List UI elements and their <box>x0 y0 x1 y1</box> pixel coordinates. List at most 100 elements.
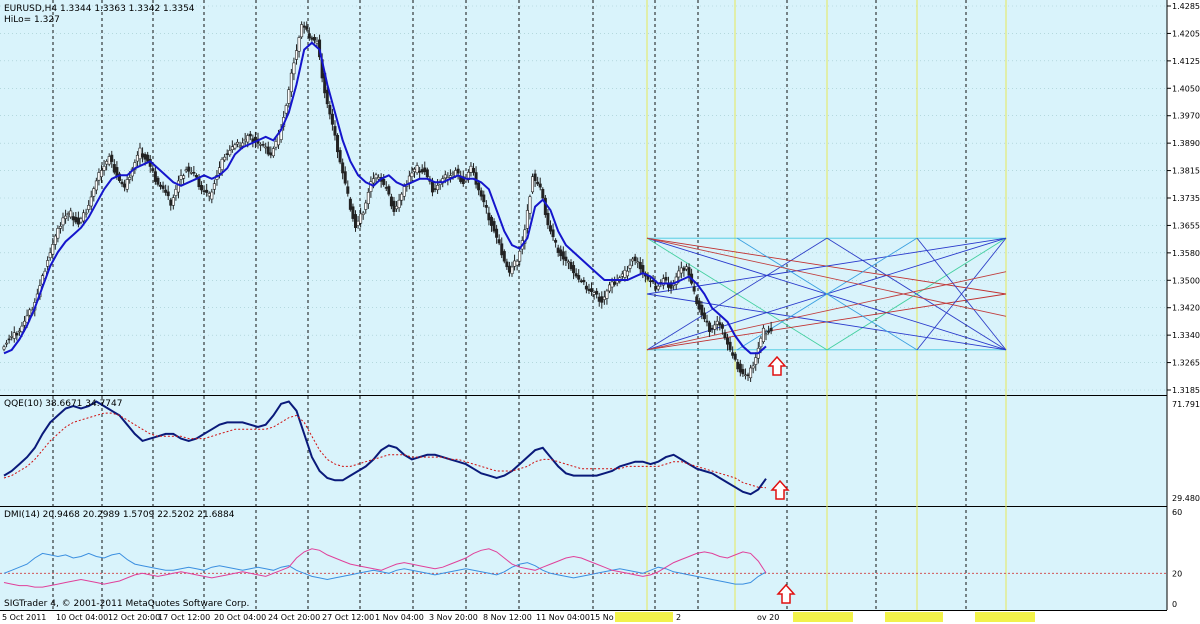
dmi-tick-label: 0 <box>1172 600 1177 609</box>
candle-body <box>353 214 357 228</box>
candle-body <box>423 167 427 173</box>
candle-body <box>536 181 540 185</box>
candle-body <box>166 191 170 197</box>
candle-body <box>187 166 191 172</box>
candle-body <box>5 342 9 345</box>
candle-body <box>128 177 132 180</box>
candle-body <box>51 244 55 255</box>
y-tick-label: 1.3340 <box>1172 331 1200 340</box>
candle-body <box>751 365 755 369</box>
x-tick-label: ov 20 <box>757 613 779 622</box>
candle-body <box>359 213 363 224</box>
candle-body <box>430 181 434 193</box>
candle-body <box>76 217 80 225</box>
candle-body <box>451 172 455 175</box>
candle-body <box>636 261 640 264</box>
y-tick-label: 1.3815 <box>1172 167 1200 176</box>
candle-body <box>48 252 52 258</box>
candle-body <box>328 104 332 115</box>
y-tick-label: 1.3580 <box>1172 249 1200 258</box>
candle-body <box>225 153 229 155</box>
candle-body <box>153 171 157 182</box>
candle-body <box>684 266 688 270</box>
candle-body <box>110 154 114 162</box>
candle-body <box>625 270 629 277</box>
candle-body <box>366 191 370 205</box>
candle-body <box>610 281 614 288</box>
candle-body <box>169 199 173 206</box>
candle-body <box>46 260 50 267</box>
candle-body <box>623 269 627 278</box>
candle-body <box>377 177 381 180</box>
candle-body <box>687 267 691 276</box>
candle-body <box>210 191 214 200</box>
candle-body <box>64 215 68 219</box>
candle-body <box>176 180 180 193</box>
x-tick-label: 1 Nov 04:00 <box>375 613 424 622</box>
candle-body <box>695 296 699 305</box>
candle-body <box>607 284 611 292</box>
candle-body <box>135 154 139 162</box>
candle-body <box>294 50 298 60</box>
candle-body <box>492 221 496 232</box>
candle-body <box>551 229 555 238</box>
candle-body <box>287 89 291 104</box>
candle-body <box>192 171 196 174</box>
candle-body <box>338 150 342 163</box>
copyright-text: SIGTrader 4, © 2001-2011 MetaQuotes Soft… <box>4 599 249 609</box>
candle-body <box>143 154 147 160</box>
candle-body <box>374 174 378 179</box>
candle-body <box>387 186 391 195</box>
candle-body <box>613 281 617 285</box>
y-tick-label: 1.4050 <box>1172 84 1200 93</box>
candle-body <box>664 276 668 281</box>
candle-body <box>384 187 388 189</box>
x-tick-label: 3 Nov 20:00 <box>429 613 478 622</box>
candle-body <box>702 312 706 320</box>
candle-body <box>513 260 517 267</box>
candle-body <box>749 367 753 379</box>
candle-body <box>392 200 396 212</box>
candle-body <box>425 169 429 178</box>
candle-body <box>94 180 98 191</box>
x-tick-label: 5 Oct 2011 <box>2 613 46 622</box>
candle-body <box>597 296 601 302</box>
candle-body <box>641 265 645 274</box>
dmi-tick-label: 20 <box>1172 569 1182 578</box>
candle-body <box>123 183 127 188</box>
candle-body <box>266 146 270 155</box>
x-tick-label: 10 Oct 04:00 <box>56 613 108 622</box>
candle-body <box>566 261 570 264</box>
candle-body <box>397 199 401 208</box>
candle-body <box>407 175 411 184</box>
candle-body <box>28 309 32 316</box>
candle-body <box>248 133 252 137</box>
future-date-box <box>885 612 943 622</box>
y-tick-label: 1.3500 <box>1172 276 1200 285</box>
candle-body <box>238 145 242 148</box>
candle-body <box>502 251 506 262</box>
price-panel[interactable] <box>0 0 1167 395</box>
x-tick-label: 20 Oct 04:00 <box>214 613 266 622</box>
candle-body <box>156 177 160 185</box>
candle-body <box>151 168 155 172</box>
candle-body <box>754 357 758 365</box>
candle-body <box>507 265 511 273</box>
candle-body <box>343 171 347 184</box>
candle-body <box>577 275 581 280</box>
candle-body <box>207 193 211 197</box>
candle-body <box>174 188 178 196</box>
candle-body <box>538 183 542 188</box>
candle-body <box>56 228 60 239</box>
candle-body <box>336 134 340 153</box>
x-tick-label: 15 No <box>590 613 614 622</box>
hilo-label: HiLo= 1.327 <box>4 15 60 25</box>
qqe-panel[interactable] <box>0 396 1167 506</box>
x-tick-label: 24 Oct 20:00 <box>268 613 320 622</box>
candle-body <box>602 296 606 300</box>
y-tick-label: 1.3735 <box>1172 194 1200 203</box>
candle-body <box>482 194 486 203</box>
candle-body <box>505 261 509 268</box>
future-date-box <box>615 612 673 622</box>
candle-body <box>284 105 288 114</box>
